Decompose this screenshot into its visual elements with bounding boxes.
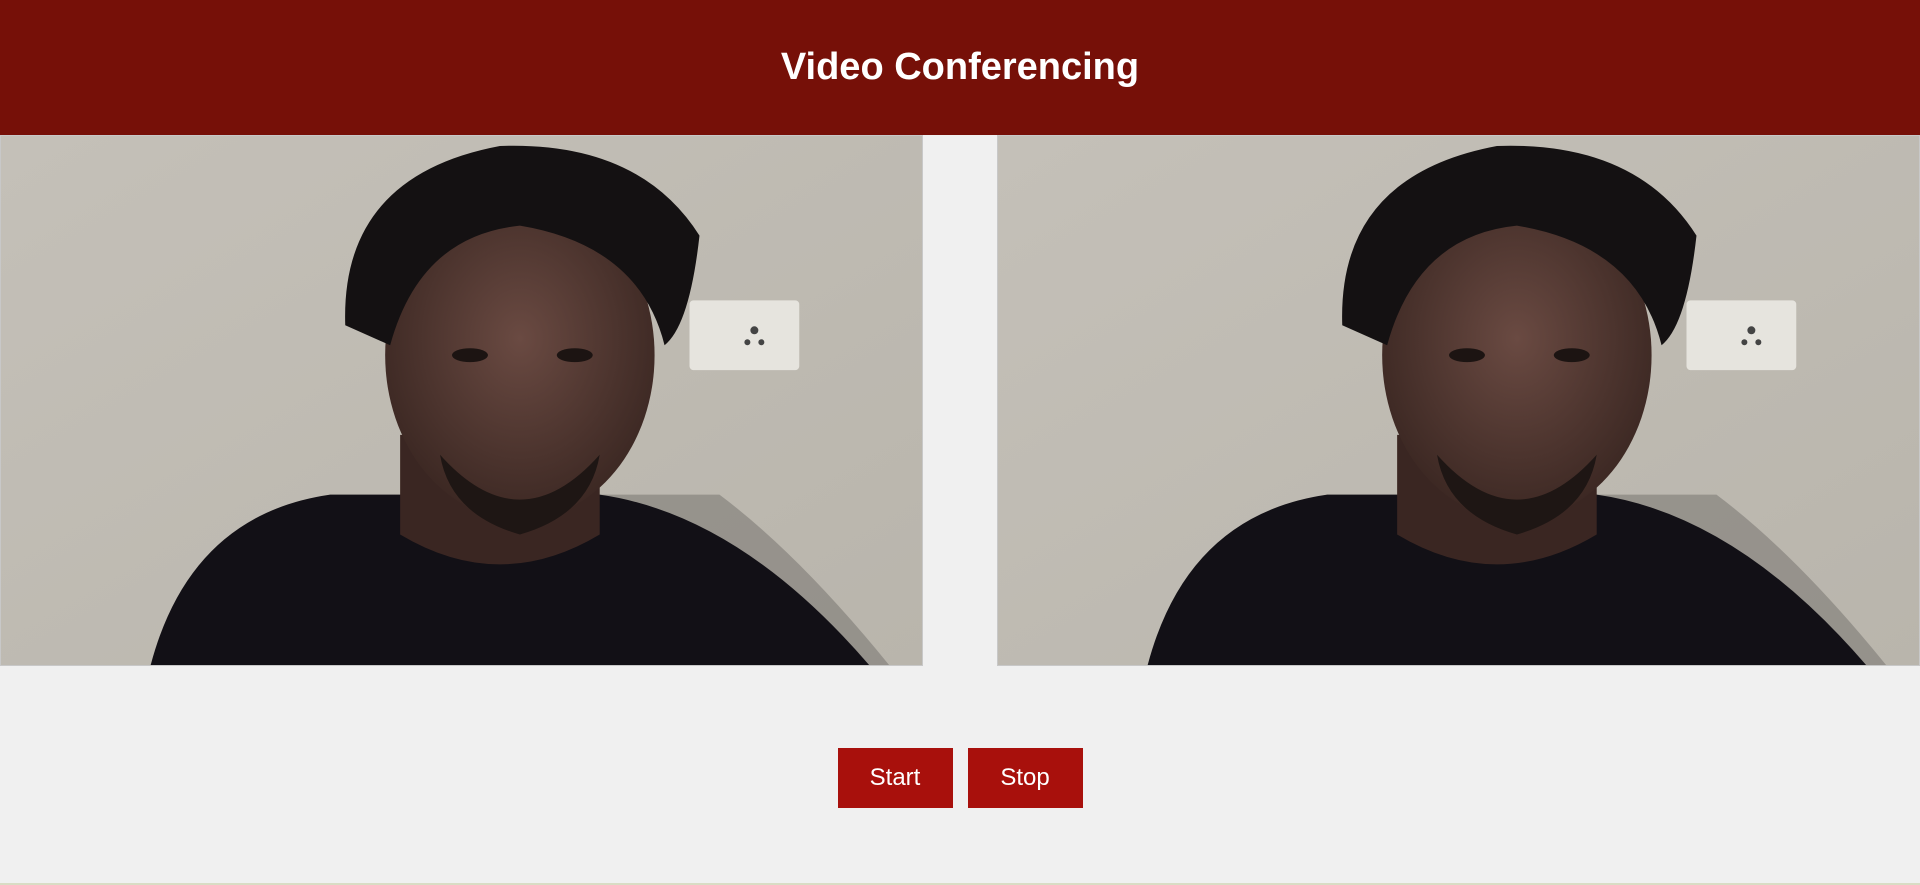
stop-button[interactable]: Stop (967, 748, 1083, 808)
webcam-frame-local (1, 136, 922, 665)
call-controls: Start Stop (0, 748, 1920, 808)
page-title: Video Conferencing (780, 46, 1140, 88)
local-video (0, 135, 923, 666)
app-header: Video Conferencing (0, 0, 1920, 135)
start-button[interactable]: Start (837, 748, 953, 808)
webcam-frame-remote (998, 136, 1919, 665)
remote-video (997, 135, 1920, 666)
